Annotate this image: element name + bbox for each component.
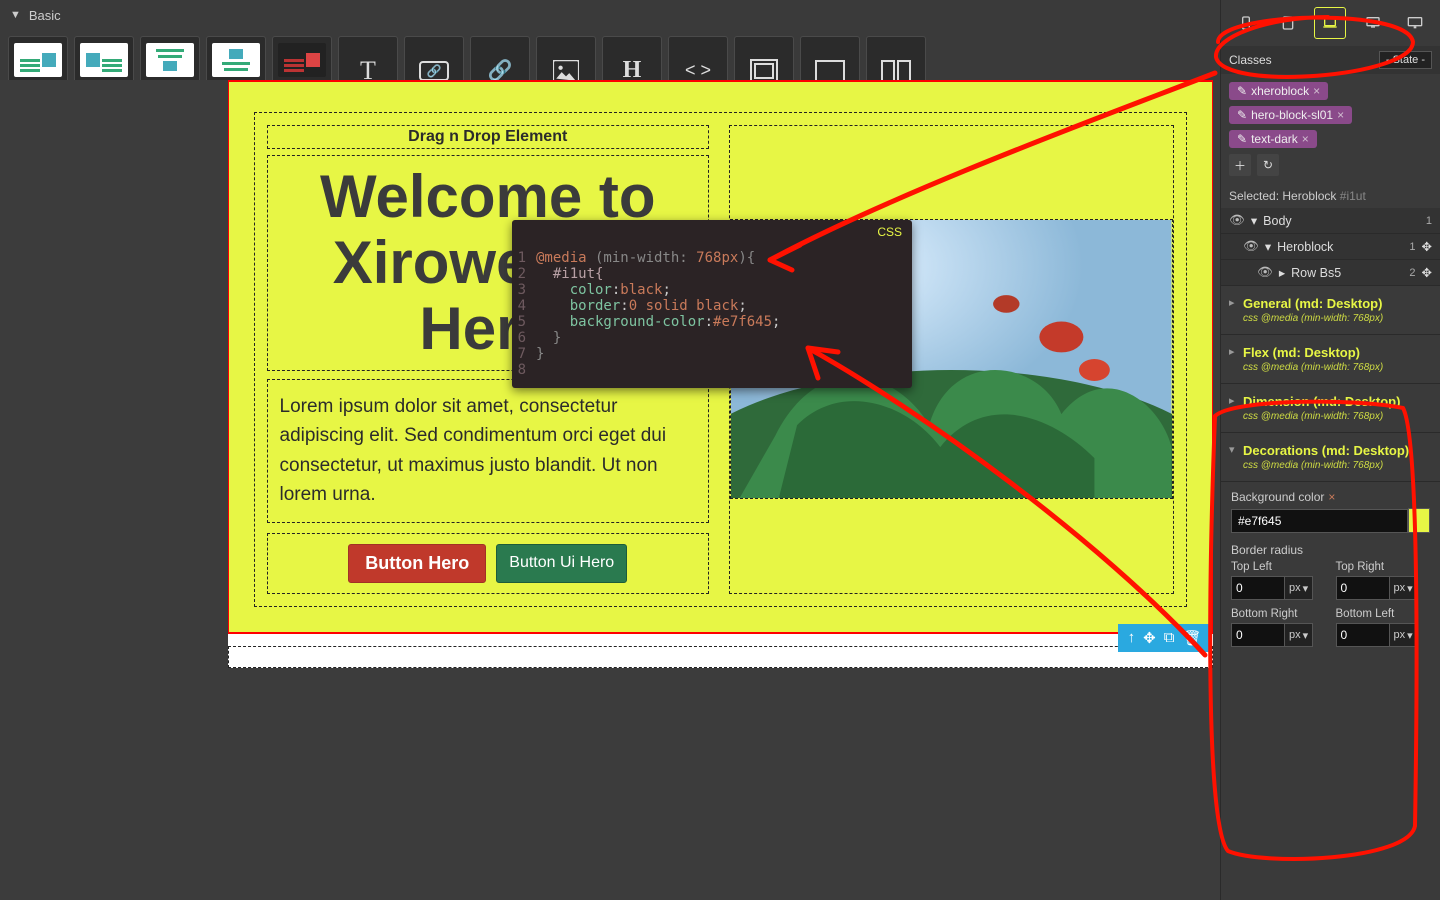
- visibility-icon[interactable]: 👁: [1257, 265, 1273, 280]
- button-hero-primary[interactable]: Button Hero: [348, 544, 486, 583]
- device-mobile-icon[interactable]: [1231, 8, 1261, 38]
- css-code-panel[interactable]: CSS 1@media (min-width: 768px){ 2 #i1ut{…: [512, 220, 912, 388]
- remove-class-icon[interactable]: ×: [1302, 132, 1309, 146]
- tree-row-rowbs5[interactable]: 👁 ▸ Row Bs5 2 ✥: [1221, 260, 1440, 286]
- code-panel-title: CSS: [877, 225, 902, 239]
- classes-header: Classes - State -: [1221, 46, 1440, 74]
- drag-icon[interactable]: ✥: [1143, 629, 1156, 647]
- device-switcher: [1221, 0, 1440, 46]
- device-desktop-icon[interactable]: [1358, 8, 1388, 38]
- right-panel: Classes - State - ✎ xheroblock × ✎ hero-…: [1220, 0, 1440, 900]
- classes-label: Classes: [1229, 53, 1272, 67]
- section-general[interactable]: General (md: Desktop) css @media (min-wi…: [1221, 286, 1440, 335]
- duplicate-icon[interactable]: ⧉: [1164, 629, 1175, 647]
- collapse-caret-icon[interactable]: ▼: [10, 9, 21, 21]
- section-flex[interactable]: Flex (md: Desktop) css @media (min-width…: [1221, 335, 1440, 384]
- device-large-icon[interactable]: [1400, 8, 1430, 38]
- add-class-icon[interactable]: ＋: [1229, 154, 1251, 176]
- selected-indicator: Selected: Heroblock #i1ut: [1221, 184, 1440, 208]
- radius-tr-unit[interactable]: px ▾: [1390, 576, 1418, 600]
- selection-toolbar: ↑ ✥ ⧉ 🗑: [1118, 624, 1212, 652]
- panel-title: Basic: [29, 8, 61, 23]
- remove-class-icon[interactable]: ×: [1337, 108, 1344, 122]
- clear-bg-icon[interactable]: ×: [1328, 490, 1335, 504]
- drag-placeholder-bottom[interactable]: [228, 646, 1213, 668]
- radius-br-input[interactable]: [1231, 623, 1285, 647]
- class-tag[interactable]: ✎ hero-block-sl01 ×: [1229, 106, 1352, 124]
- remove-class-icon[interactable]: ×: [1313, 84, 1320, 98]
- drag-handle-icon[interactable]: ✥: [1422, 239, 1432, 254]
- radius-br-unit[interactable]: px ▾: [1285, 623, 1313, 647]
- radius-tr-input[interactable]: [1336, 576, 1390, 600]
- bg-color-swatch[interactable]: [1408, 508, 1430, 533]
- section-decorations[interactable]: Decorations (md: Desktop) css @media (mi…: [1221, 433, 1440, 482]
- visibility-icon[interactable]: 👁: [1243, 239, 1259, 254]
- drag-handle-icon[interactable]: ✥: [1422, 265, 1432, 280]
- drag-placeholder[interactable]: Drag n Drop Element: [267, 125, 710, 149]
- hero-paragraph[interactable]: Lorem ipsum dolor sit amet, consectetur …: [267, 379, 710, 523]
- class-tag[interactable]: ✎ xheroblock ×: [1229, 82, 1328, 100]
- section-dimension[interactable]: Dimension (md: Desktop) css @media (min-…: [1221, 384, 1440, 433]
- delete-icon[interactable]: 🗑: [1182, 629, 1201, 647]
- radius-tl-unit[interactable]: px ▾: [1285, 576, 1313, 600]
- radius-bl-input[interactable]: [1336, 623, 1390, 647]
- device-tablet-icon[interactable]: [1273, 8, 1303, 38]
- bg-color-label: Background color: [1231, 490, 1324, 504]
- code-body[interactable]: 1@media (min-width: 768px){ 2 #i1ut{ 3 c…: [512, 248, 912, 388]
- class-tags: ✎ xheroblock × ✎ hero-block-sl01 × ✎ tex…: [1221, 74, 1440, 184]
- radius-tl-input[interactable]: [1231, 576, 1285, 600]
- class-tag[interactable]: ✎ text-dark ×: [1229, 130, 1317, 148]
- style-sections: General (md: Desktop) css @media (min-wi…: [1221, 286, 1440, 482]
- hero-buttons-wrap[interactable]: Button Hero Button Ui Hero: [267, 533, 710, 594]
- radius-label: Border radius: [1231, 543, 1303, 557]
- state-dropdown[interactable]: - State -: [1379, 51, 1432, 69]
- bg-color-input[interactable]: [1231, 509, 1408, 533]
- visibility-icon[interactable]: 👁: [1229, 213, 1245, 228]
- tree-row-body[interactable]: 👁 ▾ Body 1: [1221, 208, 1440, 234]
- radius-bl-unit[interactable]: px ▾: [1390, 623, 1418, 647]
- layer-tree: 👁 ▾ Body 1 👁 ▾ Heroblock 1 ✥ 👁 ▸ Row Bs5…: [1221, 208, 1440, 286]
- move-up-icon[interactable]: ↑: [1128, 629, 1136, 647]
- decorations-panel: Background color × Border radius Top Lef…: [1221, 482, 1440, 655]
- tree-row-heroblock[interactable]: 👁 ▾ Heroblock 1 ✥: [1221, 234, 1440, 260]
- device-laptop-icon[interactable]: [1315, 8, 1345, 38]
- button-hero-secondary[interactable]: Button Ui Hero: [496, 544, 627, 583]
- sync-class-icon[interactable]: ↻: [1257, 154, 1279, 176]
